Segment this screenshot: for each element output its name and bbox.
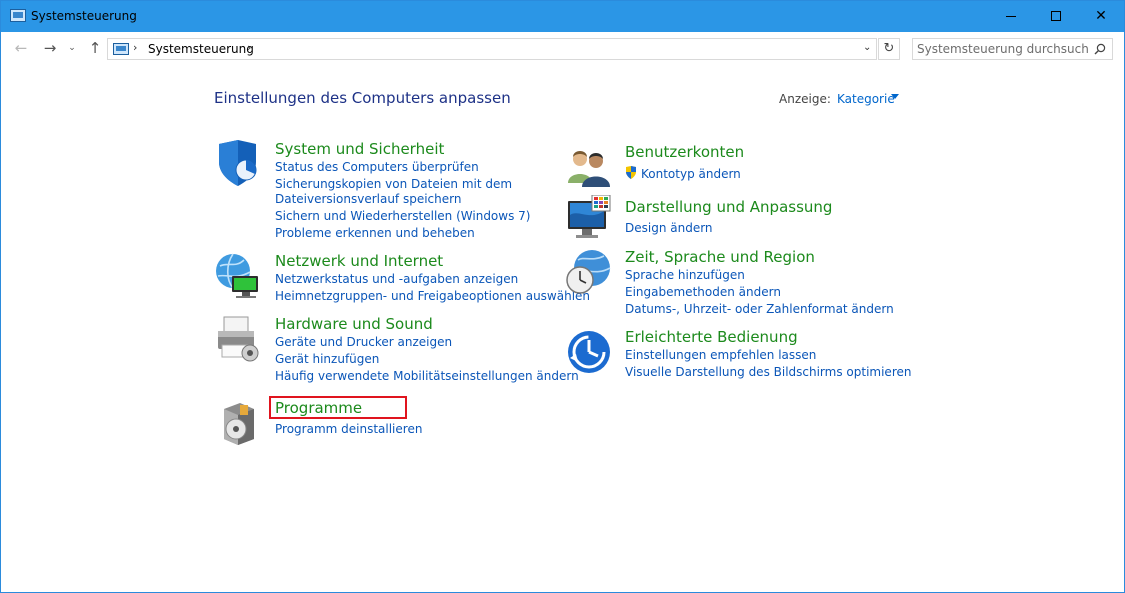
link-date-time-format[interactable]: Datums-, Uhrzeit- oder Zahlenformat ände… (625, 302, 894, 316)
programs-box-icon[interactable] (214, 399, 262, 447)
hardware-sound-title[interactable]: Hardware und Sound (275, 315, 433, 333)
category-hardware-sound: Hardware und Sound Geräte und Drucker an… (214, 315, 579, 385)
search-input[interactable] (917, 41, 1089, 57)
control-panel-window: Systemsteuerung ✕ ← → ⌄ ↑ › Systemsteuer… (0, 0, 1125, 593)
maximize-button[interactable] (1033, 1, 1079, 32)
link-input-methods[interactable]: Eingabemethoden ändern (625, 285, 781, 299)
category-appearance: Darstellung und Anpassung Design ändern (564, 195, 834, 243)
link-add-language[interactable]: Sprache hinzufügen (625, 268, 745, 282)
forward-button[interactable]: → (40, 38, 60, 58)
link-optimize-display[interactable]: Visuelle Darstellung des Bildschirms opt… (625, 365, 911, 379)
category-system-security: System und Sicherheit Status des Compute… (214, 140, 544, 244)
user-accounts-title[interactable]: Benutzerkonten (625, 143, 744, 161)
monitor-palette-icon[interactable] (564, 195, 612, 243)
clock-globe-icon[interactable] (564, 248, 612, 296)
window-title: Systemsteuerung (31, 9, 137, 23)
category-clock-language-region: Zeit, Sprache und Region Sprache hinzufü… (564, 248, 894, 318)
chevron-down-icon[interactable] (891, 94, 899, 99)
category-user-accounts: Benutzerkonten Kontotyp ändern (564, 143, 784, 187)
chevron-down-icon[interactable]: ⌄ (863, 42, 871, 53)
refresh-button[interactable]: ↻ (878, 38, 900, 60)
shield-icon[interactable] (214, 140, 262, 188)
ease-of-access-title[interactable]: Erleichterte Bedienung (625, 328, 798, 346)
link-homegroup-sharing[interactable]: Heimnetzgruppen- und Freigabeoptionen au… (275, 289, 590, 303)
link-network-status[interactable]: Netzwerkstatus und -aufgaben anzeigen (275, 272, 518, 286)
programs-highlight-box (269, 396, 407, 419)
view-by-dropdown[interactable]: Kategorie (837, 92, 895, 106)
back-button[interactable]: ← (11, 38, 31, 58)
link-mobility-settings[interactable]: Häufig verwendete Mobilitätseinstellunge… (275, 369, 579, 383)
maximize-icon (1051, 11, 1061, 21)
category-network-internet: Netzwerk und Internet Netzwerkstatus und… (214, 252, 590, 304)
title-bar[interactable]: Systemsteuerung ✕ (1, 1, 1124, 32)
link-file-history-line2[interactable]: Dateiversionsverlauf speichern (275, 192, 461, 206)
link-backup-restore[interactable]: Sichern und Wiederherstellen (Windows 7) (275, 209, 530, 223)
breadcrumb-systemsteuerung[interactable]: Systemsteuerung (148, 42, 254, 56)
link-check-computer-status[interactable]: Status des Computers überprüfen (275, 160, 479, 174)
navigation-bar: ← → ⌄ ↑ › Systemsteuerung › ⌄ ↻ (1, 32, 1124, 64)
network-internet-title[interactable]: Netzwerk und Internet (275, 252, 443, 270)
control-panel-icon (113, 43, 129, 55)
link-file-history-line1[interactable]: Sicherungskopien von Dateien mit dem (275, 177, 512, 191)
ease-of-access-icon[interactable] (564, 328, 612, 376)
view-by-label: Anzeige: (779, 92, 831, 106)
appearance-title[interactable]: Darstellung und Anpassung (625, 198, 832, 216)
printer-icon[interactable] (214, 315, 262, 363)
link-devices-printers[interactable]: Geräte und Drucker anzeigen (275, 335, 452, 349)
uac-shield-icon (626, 166, 636, 179)
link-recommend-settings[interactable]: Einstellungen empfehlen lassen (625, 348, 816, 362)
breadcrumb-chevron-icon[interactable]: › (133, 41, 137, 54)
system-security-title[interactable]: System und Sicherheit (275, 140, 444, 158)
recent-locations-button[interactable]: ⌄ (65, 38, 79, 58)
control-panel-icon (10, 9, 26, 22)
users-icon[interactable] (564, 143, 612, 191)
link-change-account-type[interactable]: Kontotyp ändern (641, 167, 741, 181)
clock-region-title[interactable]: Zeit, Sprache und Region (625, 248, 815, 266)
close-icon: ✕ (1095, 8, 1107, 24)
link-add-device[interactable]: Gerät hinzufügen (275, 352, 379, 366)
address-bar[interactable]: › Systemsteuerung › ⌄ (107, 38, 877, 60)
search-box[interactable] (912, 38, 1113, 60)
link-change-theme[interactable]: Design ändern (625, 221, 713, 235)
up-button[interactable]: ↑ (85, 38, 105, 58)
category-ease-of-access: Erleichterte Bedienung Einstellungen emp… (564, 328, 911, 382)
close-button[interactable]: ✕ (1078, 1, 1124, 32)
minimize-button[interactable] (988, 1, 1034, 32)
page-title: Einstellungen des Computers anpassen (214, 89, 511, 107)
search-icon[interactable] (1094, 43, 1106, 55)
refresh-icon: ↻ (883, 41, 895, 56)
breadcrumb-chevron-icon[interactable]: › (247, 41, 251, 54)
globe-network-icon[interactable] (214, 252, 262, 300)
link-troubleshoot[interactable]: Probleme erkennen und beheben (275, 226, 475, 240)
minimize-icon (1006, 15, 1016, 17)
link-uninstall-program[interactable]: Programm deinstallieren (275, 422, 422, 436)
